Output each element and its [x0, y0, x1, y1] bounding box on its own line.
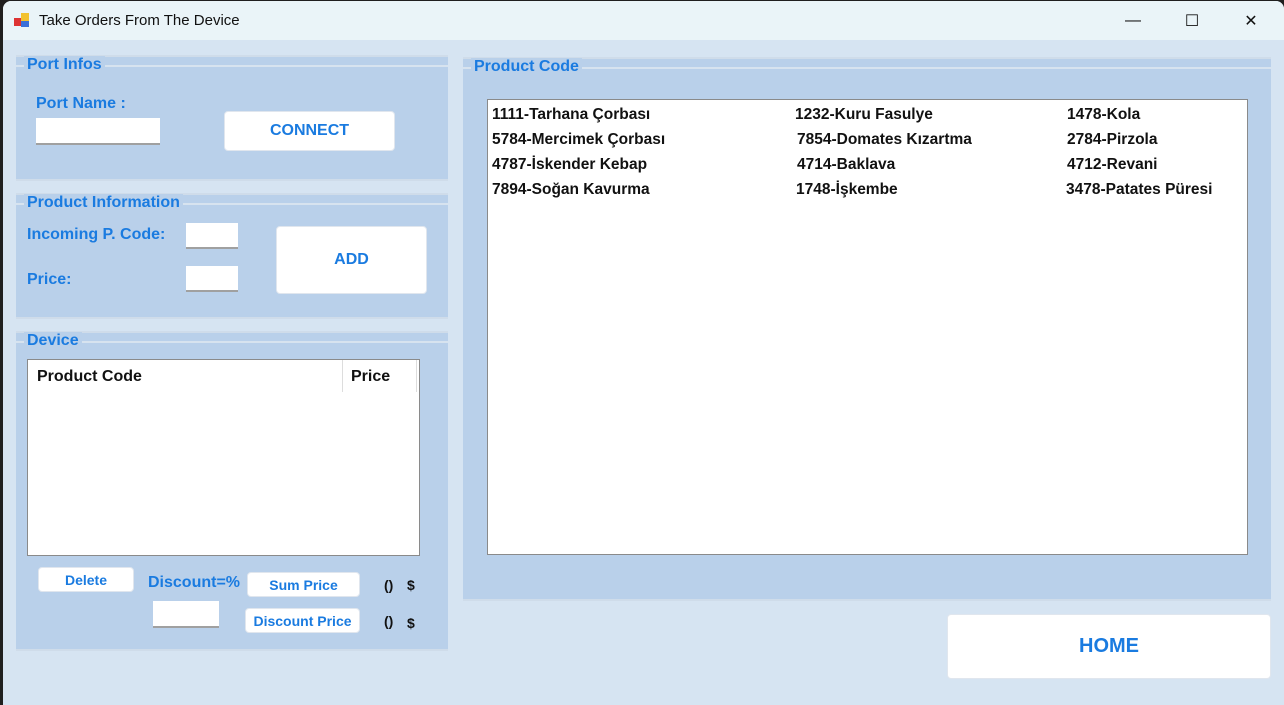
product-list-item[interactable]: 1232-Kuru Fasulye	[795, 106, 933, 124]
port-name-label: Port Name :	[36, 95, 126, 112]
product-list-item[interactable]: 4787-İskender Kebap	[492, 156, 647, 174]
discount-price-button[interactable]: Discount Price	[245, 608, 360, 633]
product-list-item[interactable]: 7854-Domates Kızartma	[797, 131, 972, 149]
add-button[interactable]: ADD	[276, 226, 427, 294]
maximize-button[interactable]: ☐	[1163, 1, 1221, 40]
port-name-input[interactable]	[36, 118, 160, 145]
column-header-product-code[interactable]: Product Code	[37, 368, 142, 386]
product-list-item[interactable]: 2784-Pirzola	[1067, 131, 1157, 149]
product-list-item[interactable]: 1748-İşkembe	[796, 181, 898, 199]
price-label: Price:	[27, 271, 72, 288]
sum-price-button[interactable]: Sum Price	[247, 572, 360, 597]
price-input[interactable]	[186, 266, 238, 292]
product-code-list[interactable]: 1111-Tarhana Çorbası 1232-Kuru Fasulye 147…	[487, 99, 1248, 555]
app-icon	[14, 13, 29, 27]
discount-price-value: ()	[384, 613, 394, 629]
sum-price-value: ()	[384, 577, 394, 593]
connect-button[interactable]: CONNECT	[224, 111, 395, 151]
product-list-item[interactable]: 4712-Revani	[1067, 156, 1157, 174]
title-bar: Take Orders From The Device — ☐ ✕	[3, 1, 1284, 40]
column-header-price[interactable]: Price	[351, 368, 390, 386]
product-list-item[interactable]: 5784-Mercimek Çorbası	[492, 131, 665, 149]
main-window: Take Orders From The Device — ☐ ✕ Port I…	[3, 1, 1284, 705]
window-title: Take Orders From The Device	[39, 12, 240, 29]
discount-price-currency: $	[407, 615, 415, 631]
discount-label: Discount=%	[148, 574, 241, 591]
product-code-group: Product Code 1111-Tarhana Çorbası 1232-Ku…	[463, 57, 1271, 601]
incoming-code-label: Incoming P. Code:	[27, 226, 166, 243]
sum-price-currency: $	[407, 577, 415, 593]
product-list-item[interactable]: 1478-Kola	[1067, 106, 1140, 124]
product-information-legend: Product Information	[24, 194, 183, 212]
product-list-item[interactable]: 3478-Patates Püresi	[1066, 181, 1212, 199]
port-infos-legend: Port Infos	[24, 56, 105, 74]
device-list-view[interactable]: Product Code Price	[27, 359, 420, 556]
product-information-group: Product Information Incoming P. Code: Pr…	[16, 193, 448, 319]
delete-button[interactable]: Delete	[38, 567, 134, 592]
incoming-code-input[interactable]	[186, 223, 238, 249]
product-code-legend: Product Code	[471, 58, 582, 76]
product-list-item[interactable]: 4714-Baklava	[797, 156, 895, 174]
device-group: Device Product Code Price Delete Discoun…	[16, 331, 448, 651]
minimize-button[interactable]: —	[1104, 1, 1162, 40]
discount-input[interactable]	[153, 601, 219, 628]
close-button[interactable]: ✕	[1222, 1, 1280, 40]
device-legend: Device	[24, 332, 82, 350]
product-list-item[interactable]: 1111-Tarhana Çorbası	[492, 106, 650, 124]
port-infos-group: Port Infos Port Name : CONNECT	[16, 55, 448, 181]
home-button[interactable]: HOME	[947, 614, 1271, 679]
product-list-item[interactable]: 7894-Soğan Kavurma	[492, 181, 650, 199]
